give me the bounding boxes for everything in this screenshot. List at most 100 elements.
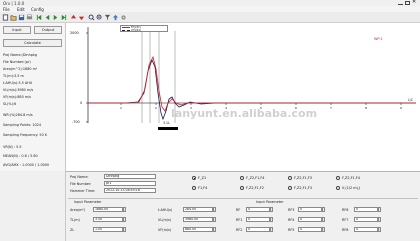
- down-icon[interactable]: [78, 14, 85, 21]
- tahu-label: t-AHU(s): [158, 208, 173, 212]
- proj-name-field[interactable]: Dinhpkg: [104, 174, 156, 179]
- maximize-button[interactable]: [405, 1, 410, 5]
- measuring-window-bar[interactable]: [158, 127, 178, 130]
- out-9-field[interactable]: 0: [354, 227, 378, 232]
- out-9-label: RF8: [342, 228, 349, 232]
- proj-name-label: Proj Name:: [70, 175, 89, 179]
- tahu-field[interactable]: 284.00: [183, 207, 213, 212]
- waveform-svg: [86, 27, 416, 130]
- x-tick-1: 1: [120, 106, 122, 110]
- prev-icon[interactable]: [44, 14, 51, 21]
- zl-field[interactable]: 1.00: [93, 227, 123, 232]
- radio-fz1-label: F_Z1: [198, 176, 207, 180]
- radio-fz1[interactable]: [192, 176, 196, 180]
- minimize-button[interactable]: [398, 1, 403, 5]
- filter-icon[interactable]: [104, 14, 111, 21]
- tl-spinner[interactable]: [123, 217, 126, 222]
- print-icon[interactable]: [26, 14, 33, 21]
- new-file-icon[interactable]: [2, 14, 9, 21]
- out-3-field[interactable]: 0: [246, 227, 270, 232]
- export-icon[interactable]: [112, 14, 119, 21]
- radio-6[interactable]: [240, 186, 244, 190]
- info-tl: TL(m):3.5 m: [3, 74, 24, 78]
- menu-edit[interactable]: Edit: [17, 7, 25, 12]
- next-icon[interactable]: [52, 14, 59, 21]
- out-2-spinner[interactable]: [270, 217, 273, 222]
- tahu-spinner[interactable]: [213, 207, 216, 212]
- open-folder-icon[interactable]: [10, 14, 17, 21]
- save-icon[interactable]: [18, 14, 25, 21]
- waveform-plot[interactable]: 2000 0 -700 L/C WP:1 3.1L 1 2 3 4 5 6 7 …: [66, 23, 420, 171]
- vlms-spinner[interactable]: [213, 217, 216, 222]
- info-sampling-points: Sampling Points: 1024: [3, 123, 41, 127]
- radio-2[interactable]: [240, 176, 244, 180]
- area-field[interactable]: 1880.00: [93, 207, 123, 212]
- input-section-title: Input Parameter: [74, 200, 102, 204]
- settings-icon[interactable]: [120, 14, 127, 21]
- out-8-spinner[interactable]: [378, 217, 381, 222]
- menu-file[interactable]: File: [3, 7, 10, 12]
- radio-3[interactable]: [288, 176, 292, 180]
- out-4-label: RF3: [288, 208, 295, 212]
- vfms-spinner[interactable]: [213, 227, 216, 232]
- radio-4[interactable]: [336, 176, 340, 180]
- tl-field[interactable]: 3.50: [93, 217, 123, 222]
- vfms-field[interactable]: 880.00: [183, 227, 213, 232]
- radio-6-label: F,Z2,F1,F2: [246, 186, 264, 190]
- out-6-field[interactable]: 0: [298, 227, 322, 232]
- info-proj-name: Proj Name:(Dinhpkg: [3, 53, 37, 57]
- out-1-field[interactable]: 0: [246, 207, 270, 212]
- y-top-label: 2000: [70, 31, 79, 35]
- out-6-spinner[interactable]: [322, 227, 325, 232]
- radio-7-label: F,Z2,F1,F3: [294, 186, 312, 190]
- info-vr: VR(N) : 5.5: [3, 145, 22, 149]
- file-number-field[interactable]: pr1: [104, 181, 156, 186]
- menu-config[interactable]: Config: [31, 7, 44, 12]
- out-7-field[interactable]: 0: [354, 207, 378, 212]
- out-1-spinner[interactable]: [270, 207, 273, 212]
- info-vf: VF(m/s):880 m/s: [3, 95, 32, 99]
- radio-5[interactable]: [192, 186, 196, 190]
- info-wr: WR:(%)284.8 m/s: [3, 113, 33, 117]
- out-3-spinner[interactable]: [270, 227, 273, 232]
- radio-5-label: F1,F4: [198, 186, 208, 190]
- radio-3-label: F,Z2,F1,F3: [294, 176, 312, 180]
- hammer-time-field[interactable]: 2012-10-13 08:55:16: [104, 188, 156, 193]
- out-5-spinner[interactable]: [322, 217, 325, 222]
- last-icon[interactable]: [60, 14, 67, 21]
- vlms-field[interactable]: 3980.00: [183, 217, 213, 222]
- x-tick-9: 9: [400, 106, 402, 110]
- out-7-spinner[interactable]: [378, 207, 381, 212]
- hammer-time-label: Hammer Time:: [70, 189, 96, 193]
- zoom-in-icon[interactable]: [88, 14, 95, 21]
- info-file-number: File Number:(pr): [3, 60, 31, 64]
- out-3-label: RF2: [236, 228, 243, 232]
- output-button[interactable]: Output: [34, 26, 62, 34]
- tl-label: TL(m): [70, 218, 80, 222]
- out-5-field[interactable]: 0: [298, 217, 322, 222]
- out-2-field[interactable]: 0: [246, 217, 270, 222]
- watermark: lanyunt.en.alibaba.com: [171, 107, 318, 120]
- out-9-spinner[interactable]: [378, 227, 381, 232]
- radio-8-label: V,(1/2 m),J: [342, 186, 360, 190]
- calculate-button[interactable]: Calculate: [3, 39, 62, 47]
- out-4-field[interactable]: 0: [298, 207, 322, 212]
- area-spinner[interactable]: [123, 207, 126, 212]
- zoom-out-icon[interactable]: [96, 14, 103, 21]
- radio-8[interactable]: [336, 186, 340, 190]
- out-2-label: RF1: [236, 218, 243, 222]
- out-4-spinner[interactable]: [322, 207, 325, 212]
- radio-7[interactable]: [288, 186, 292, 190]
- up-icon[interactable]: [70, 14, 77, 21]
- input-button[interactable]: Input: [3, 26, 31, 34]
- toolbar: [0, 12, 420, 23]
- info-sampling-frequency: Sampling Frequency: 50 K: [3, 133, 48, 137]
- separator: [68, 198, 418, 199]
- vfms-label: VF(m/s): [158, 228, 172, 232]
- zl-spinner[interactable]: [123, 227, 126, 232]
- x-tick-2: 2: [155, 106, 157, 110]
- first-icon[interactable]: [36, 14, 43, 21]
- radio-2-label: F_Z2,F1,F4: [246, 176, 265, 180]
- x-tick-7: 7: [330, 106, 332, 110]
- out-8-field[interactable]: 0: [354, 217, 378, 222]
